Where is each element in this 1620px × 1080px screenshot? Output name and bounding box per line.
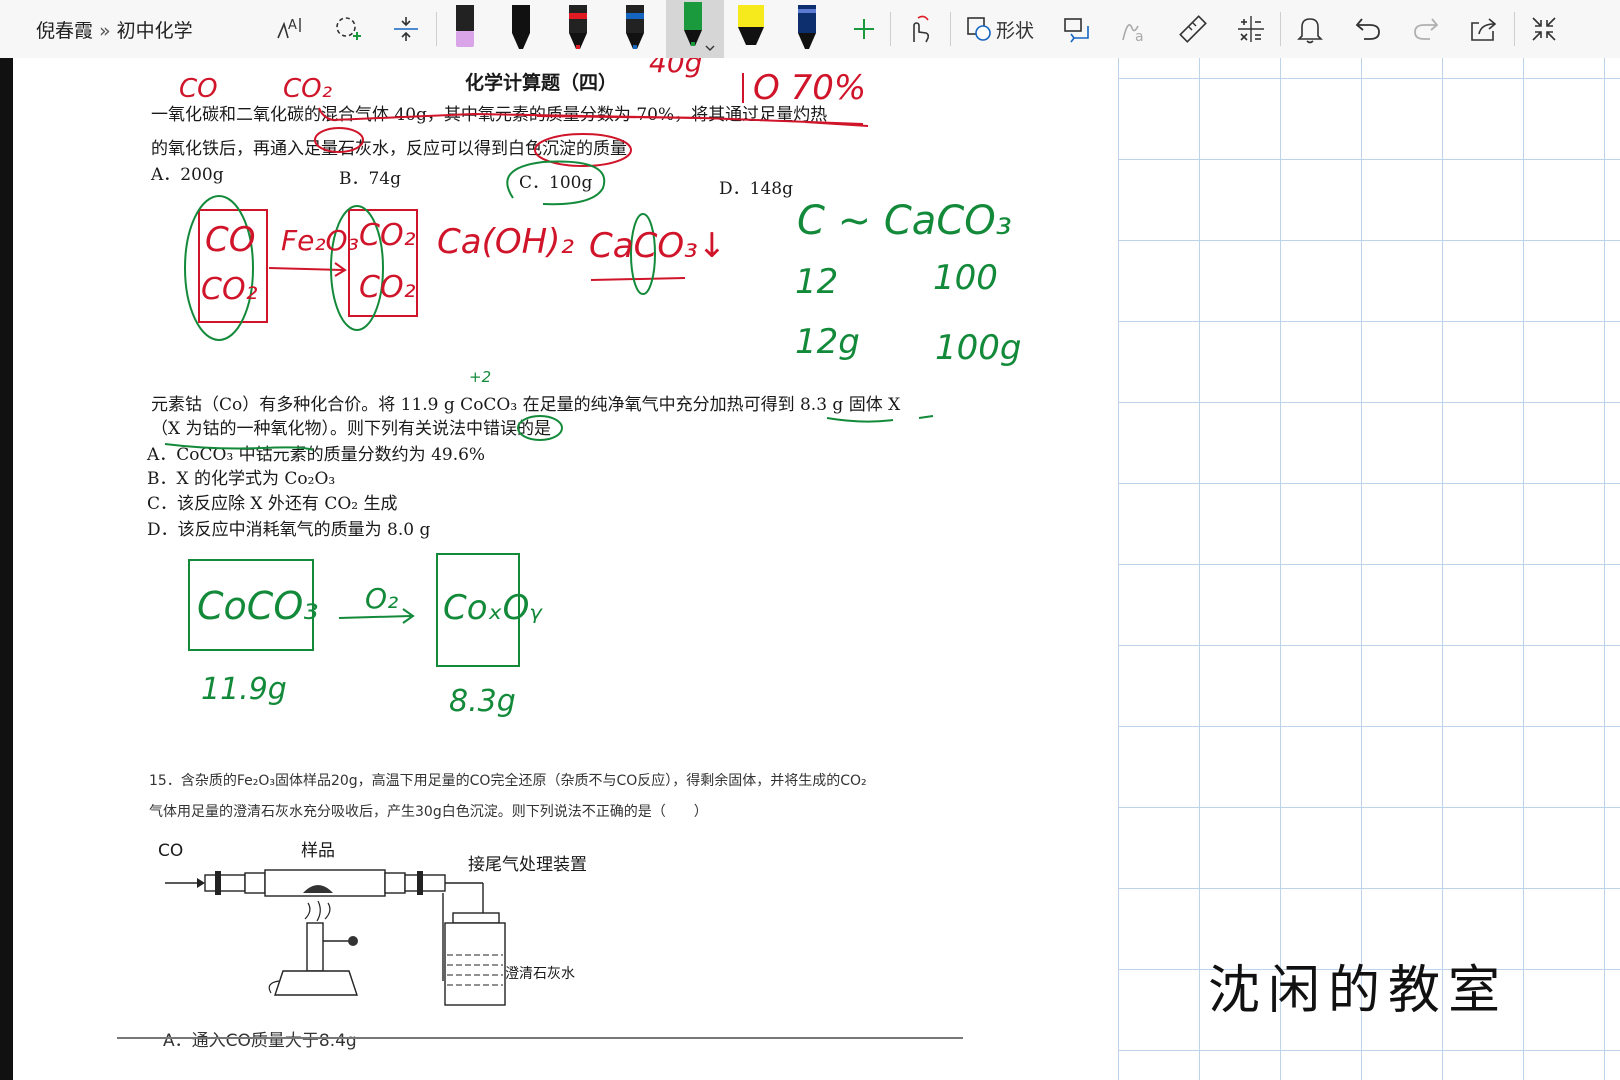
pen-blue-icon[interactable] bbox=[617, 0, 653, 58]
doc-title: 化学计算题（四） bbox=[465, 72, 618, 94]
q1-option-a: A．200g bbox=[151, 165, 224, 185]
q2-option-b: B．X 的化学式为 Co₂O₃ bbox=[147, 469, 336, 489]
fig-co-label: CO bbox=[158, 841, 184, 861]
ink-box2-co2-top: CO₂ bbox=[359, 218, 416, 253]
q2-line-1: 元素钴（Co）有多种化合价。将 11.9 g CoCO₃ 在足量的纯净氧气中充分… bbox=[151, 395, 901, 415]
pen-green-selected-icon[interactable] bbox=[666, 0, 724, 58]
q1-line-1: 一氧化碳和二氧化碳的混合气体 40g，其中氧元素的质量分数为 70%，将其通过足… bbox=[151, 105, 828, 125]
ink-12g: 12g bbox=[795, 322, 860, 362]
apparatus-drawing bbox=[165, 869, 506, 1006]
ink-to-shape-icon[interactable] bbox=[1055, 0, 1099, 58]
ink-c-caco3-ratio: C ~ CaCO₃ bbox=[797, 198, 1012, 244]
q2-option-d: D．该反应中消耗氧气的质量为 8.0 g bbox=[147, 520, 431, 540]
ink-caco3: CaCO₃↓ bbox=[589, 226, 727, 266]
page-divider bbox=[117, 1037, 963, 1039]
ink-100: 100 bbox=[933, 258, 998, 298]
pen-purple-icon[interactable] bbox=[447, 0, 483, 58]
ink-caoh2: Ca(OH)₂ bbox=[437, 222, 575, 262]
shapes-icon bbox=[967, 17, 991, 41]
q2-option-a: A．CoCO₃ 中钴元素的质量分数约为 49.6% bbox=[147, 445, 486, 465]
insert-space-icon[interactable] bbox=[384, 0, 428, 58]
ink-40g: 40g bbox=[649, 58, 703, 79]
touch-draw-icon[interactable] bbox=[898, 0, 938, 58]
ink-coxoy: CoₓOᵧ bbox=[443, 588, 543, 628]
ruler-icon[interactable] bbox=[1171, 0, 1215, 58]
ink-to-text-icon[interactable]: a bbox=[1113, 0, 1157, 58]
pen-red-icon[interactable] bbox=[560, 0, 596, 58]
share-icon[interactable] bbox=[1462, 0, 1506, 58]
q1-option-b: B．74g bbox=[339, 169, 402, 189]
redo-icon[interactable] bbox=[1404, 0, 1448, 58]
svg-text:a: a bbox=[1135, 29, 1144, 44]
note-page[interactable]: 化学计算题（四） 一氧化碳和二氧化碳的混合气体 40g，其中氧元素的质量分数为 … bbox=[13, 58, 1620, 1080]
ink-o2-arrow-label: O₂ bbox=[365, 582, 399, 615]
pen-black-icon[interactable] bbox=[503, 0, 539, 58]
ink-co2-label: CO₂ bbox=[283, 74, 333, 104]
breadcrumb-section[interactable]: 初中化学 bbox=[117, 20, 193, 42]
shapes-label: 形状 bbox=[995, 19, 1034, 42]
ink-100g: 100g bbox=[935, 328, 1022, 368]
q3-line-1: 15．含杂质的Fe₂O₃固体样品20g，高温下用足量的CO完全还原（杂质不与CO… bbox=[149, 773, 867, 789]
math-icon[interactable] bbox=[1229, 0, 1273, 58]
grid-paper bbox=[1118, 58, 1620, 1080]
collapse-icon[interactable] bbox=[1522, 0, 1566, 58]
ink-plus2: +2 bbox=[469, 368, 492, 386]
q2-line-2: （X 为钴的一种氧化物）。则下列有关说法中错误的是 bbox=[151, 419, 552, 439]
ink-box2-co2-bottom: CO₂ bbox=[359, 270, 416, 305]
ink-box-co: CO bbox=[205, 220, 256, 260]
q3-line-2: 气体用足量的澄清石灰水充分吸收后，产生30g白色沉淀。则下列说法不正确的是（ ） bbox=[149, 804, 708, 820]
q1-option-d: D．148g bbox=[719, 179, 793, 199]
breadcrumb-separator: » bbox=[99, 20, 111, 42]
text-to-ink-icon[interactable]: A bbox=[268, 0, 312, 58]
q2-option-c: C．该反应除 X 外还有 CO₂ 生成 bbox=[147, 494, 398, 514]
ink-coco3: CoCO₃ bbox=[197, 584, 319, 628]
breadcrumb: 倪春霞 » 初中化学 bbox=[36, 16, 193, 43]
fig-sample-label: 样品 bbox=[301, 841, 335, 861]
breadcrumb-notebook[interactable]: 倪春霞 bbox=[36, 20, 93, 42]
ink-fe2o3: Fe₂O₃ bbox=[281, 224, 359, 257]
bell-icon[interactable] bbox=[1288, 0, 1332, 58]
svg-text:A: A bbox=[288, 18, 297, 33]
toolbar: 倪春霞 » 初中化学 A 形状 a bbox=[0, 0, 1620, 59]
watermark: 沈闲的教室 bbox=[1208, 961, 1509, 1021]
highlighter-yellow-icon[interactable] bbox=[731, 0, 771, 58]
lasso-select-icon[interactable] bbox=[326, 0, 370, 58]
ink-oxygen-70: O 70% bbox=[753, 68, 867, 108]
add-pen-icon[interactable] bbox=[846, 0, 882, 58]
shapes-button[interactable]: 形状 bbox=[960, 0, 1040, 58]
ink-mass-11-9g: 11.9g bbox=[201, 672, 287, 707]
pen-navy-icon[interactable] bbox=[789, 0, 825, 58]
undo-icon[interactable] bbox=[1346, 0, 1390, 58]
ink-12: 12 bbox=[795, 262, 839, 302]
ink-box-co2: CO₂ bbox=[201, 272, 258, 307]
ink-mass-8-3g: 8.3g bbox=[449, 684, 516, 719]
q1-line-2: 的氧化铁后，再通入足量石灰水，反应可以得到白色沉淀的质量 bbox=[151, 139, 627, 159]
ink-co-label: CO bbox=[179, 74, 218, 104]
q1-option-c: C．100g bbox=[519, 173, 593, 193]
left-edge-bar bbox=[0, 58, 13, 1080]
